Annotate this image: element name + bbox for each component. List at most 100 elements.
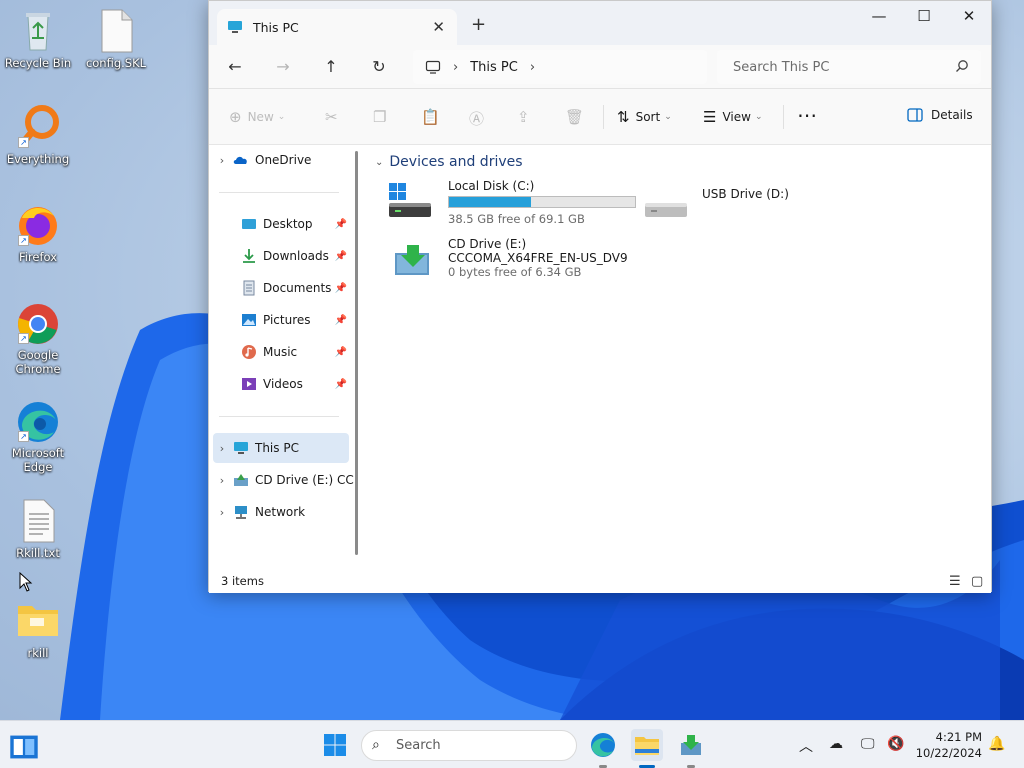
sidebar-item-label: Desktop — [263, 217, 313, 231]
chevron-right-icon[interactable]: › — [530, 60, 535, 75]
status-bar: 3 items ☰ ▢ — [209, 569, 991, 593]
drive-cd-e[interactable]: CD Drive (E:) CCCOMA_X64FRE_EN-US_DV9 0 … — [387, 237, 687, 287]
sidebar-item-documents[interactable]: Documents 📌 — [213, 273, 349, 303]
chevron-right-icon[interactable]: › — [213, 506, 231, 519]
desktop-icon-rkill-txt[interactable]: Rkill.txt — [2, 498, 74, 560]
edge-taskbar-icon[interactable] — [587, 729, 619, 761]
usb-drive-icon — [645, 203, 687, 217]
chevron-right-icon[interactable]: › — [213, 442, 231, 455]
taskbar-search-box[interactable]: ⌕ Search — [361, 730, 577, 761]
sidebar-item-this-pc[interactable]: › This PC — [213, 433, 349, 463]
desktop-icon-label: Everything — [6, 152, 70, 166]
file-explorer-taskbar-icon[interactable] — [631, 729, 663, 761]
close-window-button[interactable]: ✕ — [954, 7, 984, 27]
trash-icon: 🗑 — [565, 108, 585, 126]
clipboard-icon: 📋 — [421, 108, 440, 126]
display-icon[interactable]: 🖵 — [861, 736, 875, 752]
system-clock[interactable]: 4:21 PM 10/22/2024 — [916, 729, 982, 761]
new-label: New — [247, 110, 274, 124]
copy-button[interactable]: ❐ — [373, 108, 392, 126]
desktop-icon-label: Google Chrome — [15, 348, 61, 376]
close-tab-icon[interactable]: ✕ — [432, 18, 445, 36]
pin-icon[interactable]: 📌 — [335, 283, 347, 294]
pin-icon[interactable]: 📌 — [335, 379, 347, 390]
sidebar-item-downloads[interactable]: Downloads 📌 — [213, 241, 349, 271]
maximize-button[interactable]: ☐ — [909, 7, 939, 27]
drive-usb-d[interactable]: USB Drive (D:) — [643, 179, 843, 229]
up-button[interactable]: ↑ — [319, 55, 343, 79]
drive-free-space: 0 bytes free of 6.34 GB — [448, 265, 582, 279]
sidebar-item-pictures[interactable]: Pictures 📌 — [213, 305, 349, 335]
volume-muted-icon[interactable]: 🔇 — [887, 736, 904, 752]
tiles-view-icon[interactable]: ▢ — [971, 574, 983, 589]
desktop-icon-label: rkill — [27, 646, 49, 660]
widgets-icon[interactable] — [8, 731, 40, 763]
search-icon — [956, 60, 968, 72]
drive-local-disk-c[interactable]: Local Disk (C:) 38.5 GB free of 69.1 GB — [387, 179, 637, 229]
desktop-icon-microsoft-edge[interactable]: ↗ Microsoft Edge — [2, 398, 74, 474]
cloud-offline-icon[interactable]: ☁ — [829, 736, 843, 752]
sidebar-item-label: CD Drive (E:) CC — [255, 473, 354, 487]
pin-icon[interactable]: 📌 — [335, 315, 347, 326]
cd-installer-taskbar-icon[interactable] — [675, 729, 707, 761]
sidebar-item-cd-drive[interactable]: › CD Drive (E:) CC — [213, 465, 355, 495]
sidebar-item-network[interactable]: › Network — [213, 497, 349, 527]
command-bar: ⊕ New ⌄ ✂ ❐ 📋 Ⓐ ⇪ 🗑 ⇅ Sort ⌄ ☰ View ⌄ ⋯ … — [209, 89, 991, 145]
details-label: Details — [931, 108, 973, 122]
pin-icon[interactable]: 📌 — [335, 347, 347, 358]
desktop-icon-rkill-folder[interactable]: rkill — [2, 598, 74, 660]
folder-icon — [16, 598, 60, 644]
scissors-icon: ✂ — [325, 108, 338, 126]
devices-group-header[interactable]: ⌄ Devices and drives — [375, 154, 523, 170]
notification-bell-icon[interactable]: 🔔 — [988, 736, 1005, 752]
desktop-icon-config-skl[interactable]: config.SKL — [80, 8, 152, 70]
search-placeholder: Search — [396, 738, 441, 753]
refresh-button[interactable]: ↻ — [367, 55, 391, 79]
sort-button[interactable]: ⇅ Sort ⌄ — [617, 108, 672, 126]
sidebar-item-desktop[interactable]: Desktop 📌 — [213, 209, 349, 239]
drive-usage-bar — [448, 196, 636, 208]
command-divider — [783, 105, 784, 129]
search-input[interactable]: Search This PC — [717, 50, 981, 84]
drive-name: USB Drive (D:) — [702, 187, 789, 201]
text-file-icon — [16, 498, 60, 544]
new-tab-button[interactable]: + — [471, 14, 486, 35]
sidebar-item-videos[interactable]: Videos 📌 — [213, 369, 349, 399]
details-pane-button[interactable]: Details — [907, 108, 973, 122]
item-count: 3 items — [221, 574, 264, 588]
minimize-button[interactable]: — — [864, 7, 894, 27]
pin-icon[interactable]: 📌 — [335, 251, 347, 262]
start-button[interactable] — [319, 729, 351, 761]
paste-button[interactable]: 📋 — [421, 108, 446, 126]
plus-circle-icon: ⊕ — [229, 108, 242, 126]
more-options-button[interactable]: ⋯ — [797, 103, 817, 127]
forward-button[interactable]: → — [271, 55, 295, 79]
new-button[interactable]: ⊕ New ⌄ — [229, 108, 285, 126]
sidebar-item-label: Pictures — [263, 313, 311, 327]
download-arrow-icon — [243, 249, 255, 263]
address-bar[interactable]: › This PC › — [413, 50, 707, 84]
desktop-icon-everything[interactable]: ↗ Everything — [2, 104, 74, 166]
back-button[interactable]: ← — [223, 55, 247, 79]
pin-icon[interactable]: 📌 — [335, 219, 347, 230]
sidebar-item-onedrive[interactable]: › OneDrive — [213, 145, 349, 175]
chevron-up-icon[interactable]: ︿ — [799, 736, 813, 756]
desktop-icon-google-chrome[interactable]: ↗ Google Chrome — [2, 300, 74, 376]
navigation-pane: › OneDrive Desktop 📌 Downloads 📌 Documen… — [209, 145, 359, 569]
delete-button[interactable]: 🗑 — [565, 108, 590, 126]
view-button[interactable]: ☰ View ⌄ — [703, 108, 762, 126]
share-button[interactable]: ⇪ — [517, 108, 536, 126]
chevron-down-icon: ⌄ — [375, 156, 384, 168]
desktop-icon-firefox[interactable]: ↗ Firefox — [2, 202, 74, 264]
cut-button[interactable]: ✂ — [325, 108, 344, 126]
rename-button[interactable]: Ⓐ — [469, 108, 490, 129]
network-icon — [235, 506, 247, 519]
chevron-right-icon[interactable]: › — [213, 154, 231, 167]
desktop-icon-recycle-bin[interactable]: Recycle Bin — [2, 8, 74, 70]
details-view-icon[interactable]: ☰ — [949, 574, 961, 589]
chevron-right-icon[interactable]: › — [213, 474, 231, 487]
drive-usage-fill — [449, 197, 532, 207]
tab-this-pc[interactable]: This PC ✕ — [217, 9, 457, 45]
sidebar-item-music[interactable]: Music 📌 — [213, 337, 349, 367]
navigation-pane-scrollbar[interactable] — [355, 151, 358, 555]
